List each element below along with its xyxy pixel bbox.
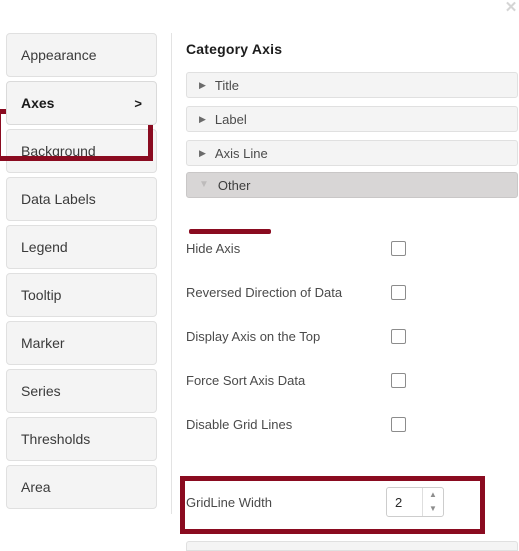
checkbox-hide-axis[interactable] [391, 240, 406, 256]
accordion-title[interactable]: ▶ Title [186, 72, 518, 98]
accordion-other[interactable]: ▼ Other [186, 172, 518, 198]
sidebar-item-label: Series [21, 383, 61, 399]
sidebar-item-background[interactable]: Background [6, 129, 157, 173]
sidebar-item-label: Legend [21, 239, 68, 255]
stepper-increment-icon[interactable]: ▲ [423, 488, 443, 502]
sidebar-item-area[interactable]: Area [6, 465, 157, 509]
option-row-disable-grid-lines: Disable Grid Lines [186, 414, 518, 434]
gridline-width-row: GridLine Width ▲ ▼ [186, 483, 491, 521]
gridline-width-stepper[interactable]: ▲ ▼ [386, 487, 444, 517]
sidebar-item-label: Area [21, 479, 51, 495]
sidebar-item-appearance[interactable]: Appearance [6, 33, 157, 77]
chevron-right-icon: ▶ [199, 113, 206, 124]
sidebar-item-tooltip[interactable]: Tooltip [6, 273, 157, 317]
sidebar-item-axes[interactable]: Axes > [6, 81, 157, 125]
sidebar-item-thresholds[interactable]: Thresholds [6, 417, 157, 461]
gridline-width-input[interactable] [387, 488, 422, 516]
sidebar-item-series[interactable]: Series [6, 369, 157, 413]
option-label: Display Axis on the Top [186, 328, 321, 344]
sidebar-item-label: Data Labels [21, 191, 96, 207]
accordion-label: Label [214, 111, 247, 127]
next-section-partial[interactable] [186, 541, 518, 551]
accordion-axis-line[interactable]: ▶ Axis Line [186, 140, 518, 166]
accordion-label: Axis Line [214, 145, 268, 161]
sidebar-item-label: Background [21, 143, 96, 159]
sidebar-item-marker[interactable]: Marker [6, 321, 157, 365]
option-row-display-axis-top: Display Axis on the Top [186, 326, 518, 346]
sidebar-item-data-labels[interactable]: Data Labels [6, 177, 157, 221]
other-accordion-highlight-underline [189, 229, 271, 234]
sidebar-item-legend[interactable]: Legend [6, 225, 157, 269]
gridline-width-label: GridLine Width [186, 494, 272, 510]
settings-sidebar: Appearance Axes > Background Data Labels… [0, 33, 172, 514]
chevron-right-icon: ▶ [199, 147, 206, 158]
accordion-label: Title [214, 77, 239, 93]
checkbox-display-axis-on-the-top[interactable] [391, 328, 406, 344]
sidebar-item-label: Tooltip [21, 287, 62, 303]
chevron-down-icon: ▼ [199, 179, 209, 190]
chevron-right-icon: > [134, 95, 142, 111]
stepper-buttons: ▲ ▼ [422, 488, 443, 516]
sidebar-item-label: Appearance [21, 47, 97, 63]
option-row-hide-axis: Hide Axis [186, 238, 518, 258]
chevron-right-icon: ▶ [199, 79, 206, 90]
close-icon[interactable]: ✕ [503, 0, 519, 16]
checkbox-disable-grid-lines[interactable] [391, 416, 406, 432]
option-label: Reversed Direction of Data [186, 284, 343, 300]
accordion-label-section[interactable]: ▶ Label [186, 106, 518, 132]
option-label: Disable Grid Lines [186, 416, 293, 432]
accordion-label: Other [217, 177, 251, 193]
page-title: Category Axis [186, 41, 283, 57]
category-axis-panel: Category Axis ▶ Title ▶ Label ▶ Axis Lin… [173, 33, 519, 551]
sidebar-item-label: Marker [21, 335, 65, 351]
option-label: Hide Axis [186, 240, 241, 256]
option-label: Force Sort Axis Data [186, 372, 306, 388]
sidebar-item-label: Axes [21, 95, 55, 111]
option-row-reversed-direction: Reversed Direction of Data [186, 282, 518, 302]
checkbox-reversed-direction-of-data[interactable] [391, 284, 406, 300]
checkbox-force-sort-axis-data[interactable] [391, 372, 406, 388]
sidebar-item-label: Thresholds [21, 431, 91, 447]
option-row-force-sort: Force Sort Axis Data [186, 370, 518, 390]
